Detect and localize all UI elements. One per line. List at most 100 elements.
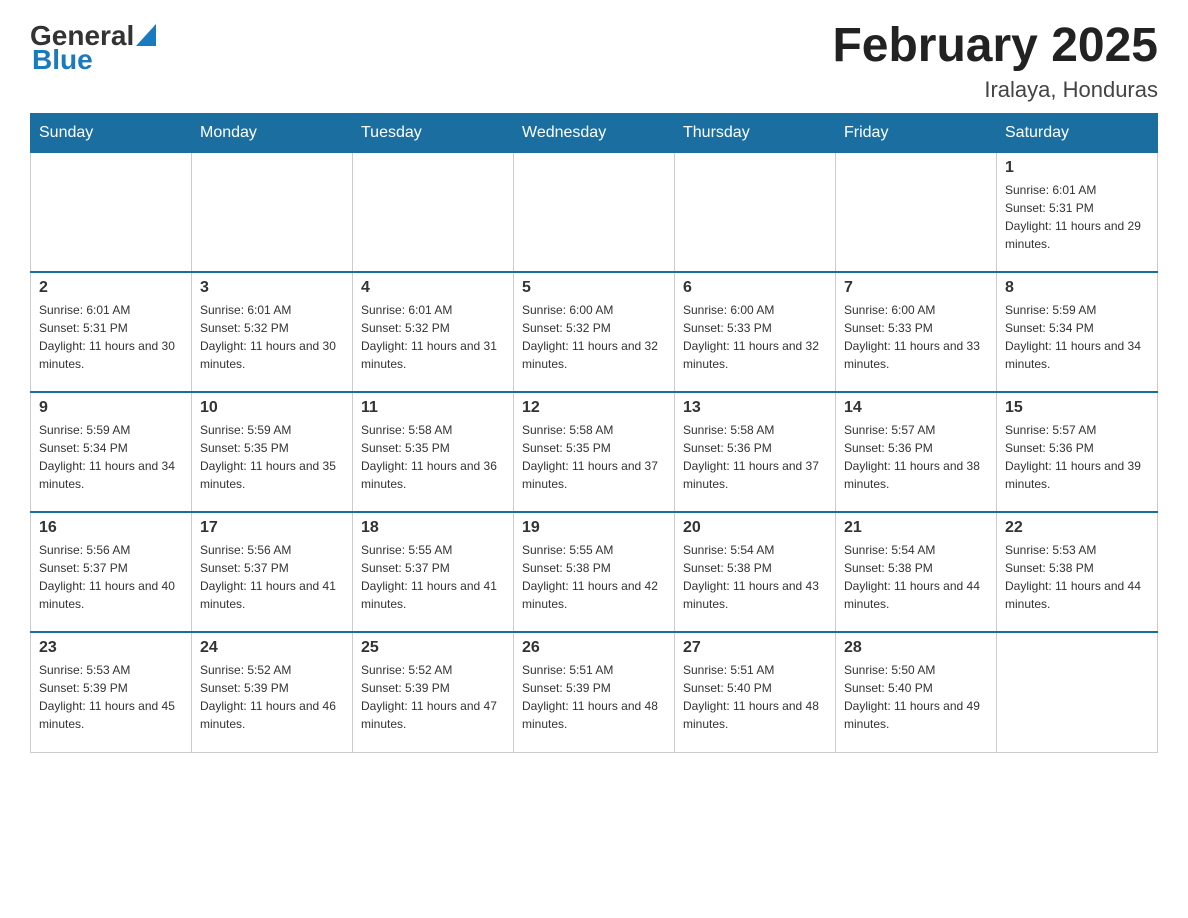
day-number: 8 <box>1005 279 1149 297</box>
calendar-cell-w5-d4: 26Sunrise: 5:51 AMSunset: 5:39 PMDayligh… <box>514 632 675 752</box>
calendar-cell-w1-d6 <box>836 152 997 272</box>
day-info: Sunrise: 5:58 AMSunset: 5:36 PMDaylight:… <box>683 421 827 493</box>
calendar-cell-w3-d5: 13 Sunrise: 5:58 AMSunset: 5:36 PMDayligh… <box>675 392 836 512</box>
logo: General Blue <box>30 20 156 76</box>
day-number: 28 <box>844 639 988 657</box>
calendar-cell-w3-d1: 9 Sunrise: 5:59 AMSunset: 5:34 PMDaylight… <box>31 392 192 512</box>
calendar-cell-w3-d2: 10 Sunrise: 5:59 AMSunset: 5:35 PMDayligh… <box>192 392 353 512</box>
calendar-cell-w2-d7: 8 Sunrise: 5:59 AMSunset: 5:34 PMDaylight… <box>997 272 1158 392</box>
day-number: 10 <box>200 399 344 417</box>
day-info: Sunrise: 5:52 AMSunset: 5:39 PMDaylight:… <box>361 661 505 733</box>
day-number: 15 <box>1005 399 1149 417</box>
calendar-cell-w4-d4: 19 Sunrise: 5:55 AMSunset: 5:38 PMDayligh… <box>514 512 675 632</box>
day-info: Sunrise: 5:54 AMSunset: 5:38 PMDaylight:… <box>683 541 827 613</box>
day-number: 4 <box>361 279 505 297</box>
calendar-cell-w5-d5: 27Sunrise: 5:51 AMSunset: 5:40 PMDayligh… <box>675 632 836 752</box>
calendar-cell-w4-d7: 22 Sunrise: 5:53 AMSunset: 5:38 PMDayligh… <box>997 512 1158 632</box>
day-number: 21 <box>844 519 988 537</box>
day-info: Sunrise: 6:00 AMSunset: 5:33 PMDaylight:… <box>844 301 988 373</box>
day-number: 1 <box>1005 159 1149 177</box>
day-number: 19 <box>522 519 666 537</box>
calendar-cell-w2-d1: 2 Sunrise: 6:01 AMSunset: 5:31 PMDaylight… <box>31 272 192 392</box>
calendar-week-3: 9 Sunrise: 5:59 AMSunset: 5:34 PMDaylight… <box>31 392 1158 512</box>
day-number: 13 <box>683 399 827 417</box>
calendar-cell-w4-d6: 21 Sunrise: 5:54 AMSunset: 5:38 PMDayligh… <box>836 512 997 632</box>
day-info: Sunrise: 6:01 AMSunset: 5:32 PMDaylight:… <box>361 301 505 373</box>
calendar-cell-w2-d6: 7 Sunrise: 6:00 AMSunset: 5:33 PMDaylight… <box>836 272 997 392</box>
day-info: Sunrise: 5:58 AMSunset: 5:35 PMDaylight:… <box>361 421 505 493</box>
day-info: Sunrise: 5:55 AMSunset: 5:37 PMDaylight:… <box>361 541 505 613</box>
day-info: Sunrise: 5:53 AMSunset: 5:38 PMDaylight:… <box>1005 541 1149 613</box>
calendar-week-2: 2 Sunrise: 6:01 AMSunset: 5:31 PMDaylight… <box>31 272 1158 392</box>
calendar-cell-w4-d1: 16 Sunrise: 5:56 AMSunset: 5:37 PMDayligh… <box>31 512 192 632</box>
day-info: Sunrise: 5:54 AMSunset: 5:38 PMDaylight:… <box>844 541 988 613</box>
calendar-cell-w5-d2: 24 Sunrise: 5:52 AMSunset: 5:39 PMDayligh… <box>192 632 353 752</box>
day-info: Sunrise: 5:59 AMSunset: 5:34 PMDaylight:… <box>1005 301 1149 373</box>
day-number: 9 <box>39 399 183 417</box>
calendar-cell-w2-d3: 4 Sunrise: 6:01 AMSunset: 5:32 PMDaylight… <box>353 272 514 392</box>
header-tuesday: Tuesday <box>353 113 514 152</box>
day-number: 25 <box>361 639 505 657</box>
day-number: 7 <box>844 279 988 297</box>
calendar-cell-w5-d1: 23 Sunrise: 5:53 AMSunset: 5:39 PMDayligh… <box>31 632 192 752</box>
calendar-cell-w4-d3: 18 Sunrise: 5:55 AMSunset: 5:37 PMDayligh… <box>353 512 514 632</box>
day-number: 20 <box>683 519 827 537</box>
day-number: 11 <box>361 399 505 417</box>
calendar-cell-w1-d2 <box>192 152 353 272</box>
calendar-week-1: 1 Sunrise: 6:01 AMSunset: 5:31 PMDaylight… <box>31 152 1158 272</box>
day-number: 5 <box>522 279 666 297</box>
calendar-cell-w5-d7 <box>997 632 1158 752</box>
day-number: 3 <box>200 279 344 297</box>
calendar-cell-w1-d3 <box>353 152 514 272</box>
day-info: Sunrise: 5:52 AMSunset: 5:39 PMDaylight:… <box>200 661 344 733</box>
day-number: 22 <box>1005 519 1149 537</box>
day-info: Sunrise: 6:01 AMSunset: 5:32 PMDaylight:… <box>200 301 344 373</box>
day-number: 14 <box>844 399 988 417</box>
day-info: Sunrise: 5:55 AMSunset: 5:38 PMDaylight:… <box>522 541 666 613</box>
weekday-header-row: Sunday Monday Tuesday Wednesday Thursday… <box>31 113 1158 152</box>
header-monday: Monday <box>192 113 353 152</box>
day-info: Sunrise: 5:56 AMSunset: 5:37 PMDaylight:… <box>200 541 344 613</box>
day-number: 16 <box>39 519 183 537</box>
title-section: February 2025 Iralaya, Honduras <box>832 20 1158 103</box>
day-info: Sunrise: 5:51 AMSunset: 5:39 PMDaylight:… <box>522 661 666 733</box>
header-thursday: Thursday <box>675 113 836 152</box>
header-sunday: Sunday <box>31 113 192 152</box>
calendar-cell-w5-d6: 28 Sunrise: 5:50 AMSunset: 5:40 PMDayligh… <box>836 632 997 752</box>
logo-triangle-icon <box>136 24 156 46</box>
day-number: 12 <box>522 399 666 417</box>
calendar-cell-w4-d2: 17Sunrise: 5:56 AMSunset: 5:37 PMDayligh… <box>192 512 353 632</box>
day-info: Sunrise: 5:56 AMSunset: 5:37 PMDaylight:… <box>39 541 183 613</box>
day-info: Sunrise: 5:51 AMSunset: 5:40 PMDaylight:… <box>683 661 827 733</box>
logo-blue-text: Blue <box>32 44 93 76</box>
day-number: 18 <box>361 519 505 537</box>
day-number: 2 <box>39 279 183 297</box>
day-info: Sunrise: 5:53 AMSunset: 5:39 PMDaylight:… <box>39 661 183 733</box>
header-friday: Friday <box>836 113 997 152</box>
day-info: Sunrise: 5:57 AMSunset: 5:36 PMDaylight:… <box>1005 421 1149 493</box>
calendar-cell-w2-d2: 3 Sunrise: 6:01 AMSunset: 5:32 PMDaylight… <box>192 272 353 392</box>
day-info: Sunrise: 5:59 AMSunset: 5:34 PMDaylight:… <box>39 421 183 493</box>
day-info: Sunrise: 6:01 AMSunset: 5:31 PMDaylight:… <box>1005 181 1149 253</box>
calendar-cell-w1-d1 <box>31 152 192 272</box>
day-info: Sunrise: 6:00 AMSunset: 5:33 PMDaylight:… <box>683 301 827 373</box>
calendar-cell-w3-d3: 11 Sunrise: 5:58 AMSunset: 5:35 PMDayligh… <box>353 392 514 512</box>
day-info: Sunrise: 5:58 AMSunset: 5:35 PMDaylight:… <box>522 421 666 493</box>
day-info: Sunrise: 6:00 AMSunset: 5:32 PMDaylight:… <box>522 301 666 373</box>
day-info: Sunrise: 6:01 AMSunset: 5:31 PMDaylight:… <box>39 301 183 373</box>
day-info: Sunrise: 5:50 AMSunset: 5:40 PMDaylight:… <box>844 661 988 733</box>
month-title: February 2025 <box>832 20 1158 73</box>
day-number: 24 <box>200 639 344 657</box>
page-header: General Blue February 2025 Iralaya, Hond… <box>30 20 1158 103</box>
calendar-table: Sunday Monday Tuesday Wednesday Thursday… <box>30 113 1158 753</box>
calendar-cell-w1-d4 <box>514 152 675 272</box>
day-info: Sunrise: 5:59 AMSunset: 5:35 PMDaylight:… <box>200 421 344 493</box>
calendar-cell-w3-d7: 15 Sunrise: 5:57 AMSunset: 5:36 PMDayligh… <box>997 392 1158 512</box>
header-wednesday: Wednesday <box>514 113 675 152</box>
calendar-cell-w2-d4: 5 Sunrise: 6:00 AMSunset: 5:32 PMDaylight… <box>514 272 675 392</box>
calendar-cell-w5-d3: 25 Sunrise: 5:52 AMSunset: 5:39 PMDayligh… <box>353 632 514 752</box>
header-saturday: Saturday <box>997 113 1158 152</box>
calendar-cell-w3-d6: 14Sunrise: 5:57 AMSunset: 5:36 PMDayligh… <box>836 392 997 512</box>
calendar-week-5: 23 Sunrise: 5:53 AMSunset: 5:39 PMDayligh… <box>31 632 1158 752</box>
day-number: 23 <box>39 639 183 657</box>
